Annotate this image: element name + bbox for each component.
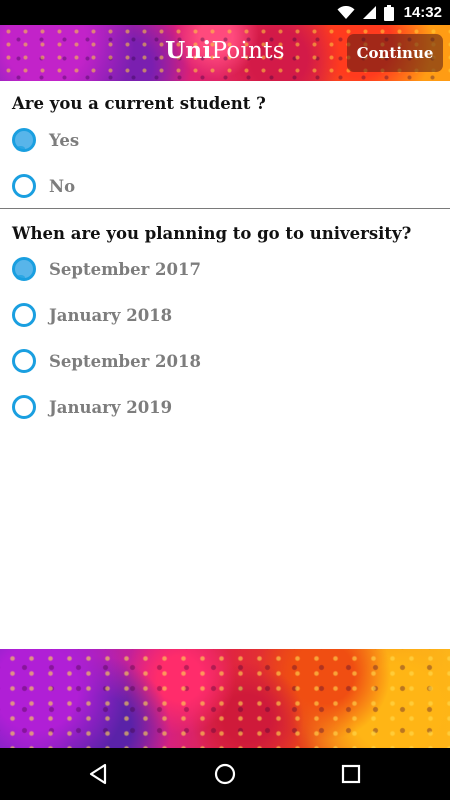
status-icons: 14:32 <box>337 0 442 25</box>
status-bar: 14:32 <box>0 0 450 25</box>
continue-button[interactable]: Continue <box>347 34 443 72</box>
option-label: January 2019 <box>49 397 173 417</box>
radio-selected-icon[interactable] <box>12 128 36 152</box>
option-september-2018[interactable]: September 2018 <box>12 345 412 377</box>
option-yes[interactable]: Yes <box>12 124 412 156</box>
option-september-2017[interactable]: September 2017 <box>12 253 412 285</box>
recents-icon[interactable] <box>337 760 365 788</box>
option-label: September 2018 <box>49 351 201 371</box>
option-label: Yes <box>49 130 80 150</box>
brand-bold-text: Uni <box>165 37 212 64</box>
question-university-start: When are you planning to go to universit… <box>12 224 412 243</box>
radio-unselected-icon[interactable] <box>12 174 36 198</box>
signal-icon <box>362 6 376 19</box>
app-header: UniPoints Continue <box>0 25 450 81</box>
battery-icon <box>383 4 394 21</box>
system-nav-bar <box>0 748 450 800</box>
option-label: No <box>49 176 76 196</box>
radio-unselected-icon[interactable] <box>12 303 36 327</box>
brand-light-text: Points <box>211 38 285 64</box>
option-label: January 2018 <box>49 305 173 325</box>
option-january-2018[interactable]: January 2018 <box>12 299 412 331</box>
radio-unselected-icon[interactable] <box>12 349 36 373</box>
radio-selected-icon[interactable] <box>12 257 36 281</box>
option-label: September 2017 <box>49 259 201 279</box>
back-icon[interactable] <box>85 760 113 788</box>
question-current-student: Are you a current student ? <box>12 94 266 113</box>
footer-paint-splash-image <box>0 649 450 748</box>
home-icon[interactable] <box>211 760 239 788</box>
option-no[interactable]: No <box>12 170 412 202</box>
section-divider <box>0 208 450 209</box>
wifi-icon <box>337 5 355 19</box>
option-january-2019[interactable]: January 2019 <box>12 391 412 423</box>
status-time: 14:32 <box>403 4 442 21</box>
radio-unselected-icon[interactable] <box>12 395 36 419</box>
